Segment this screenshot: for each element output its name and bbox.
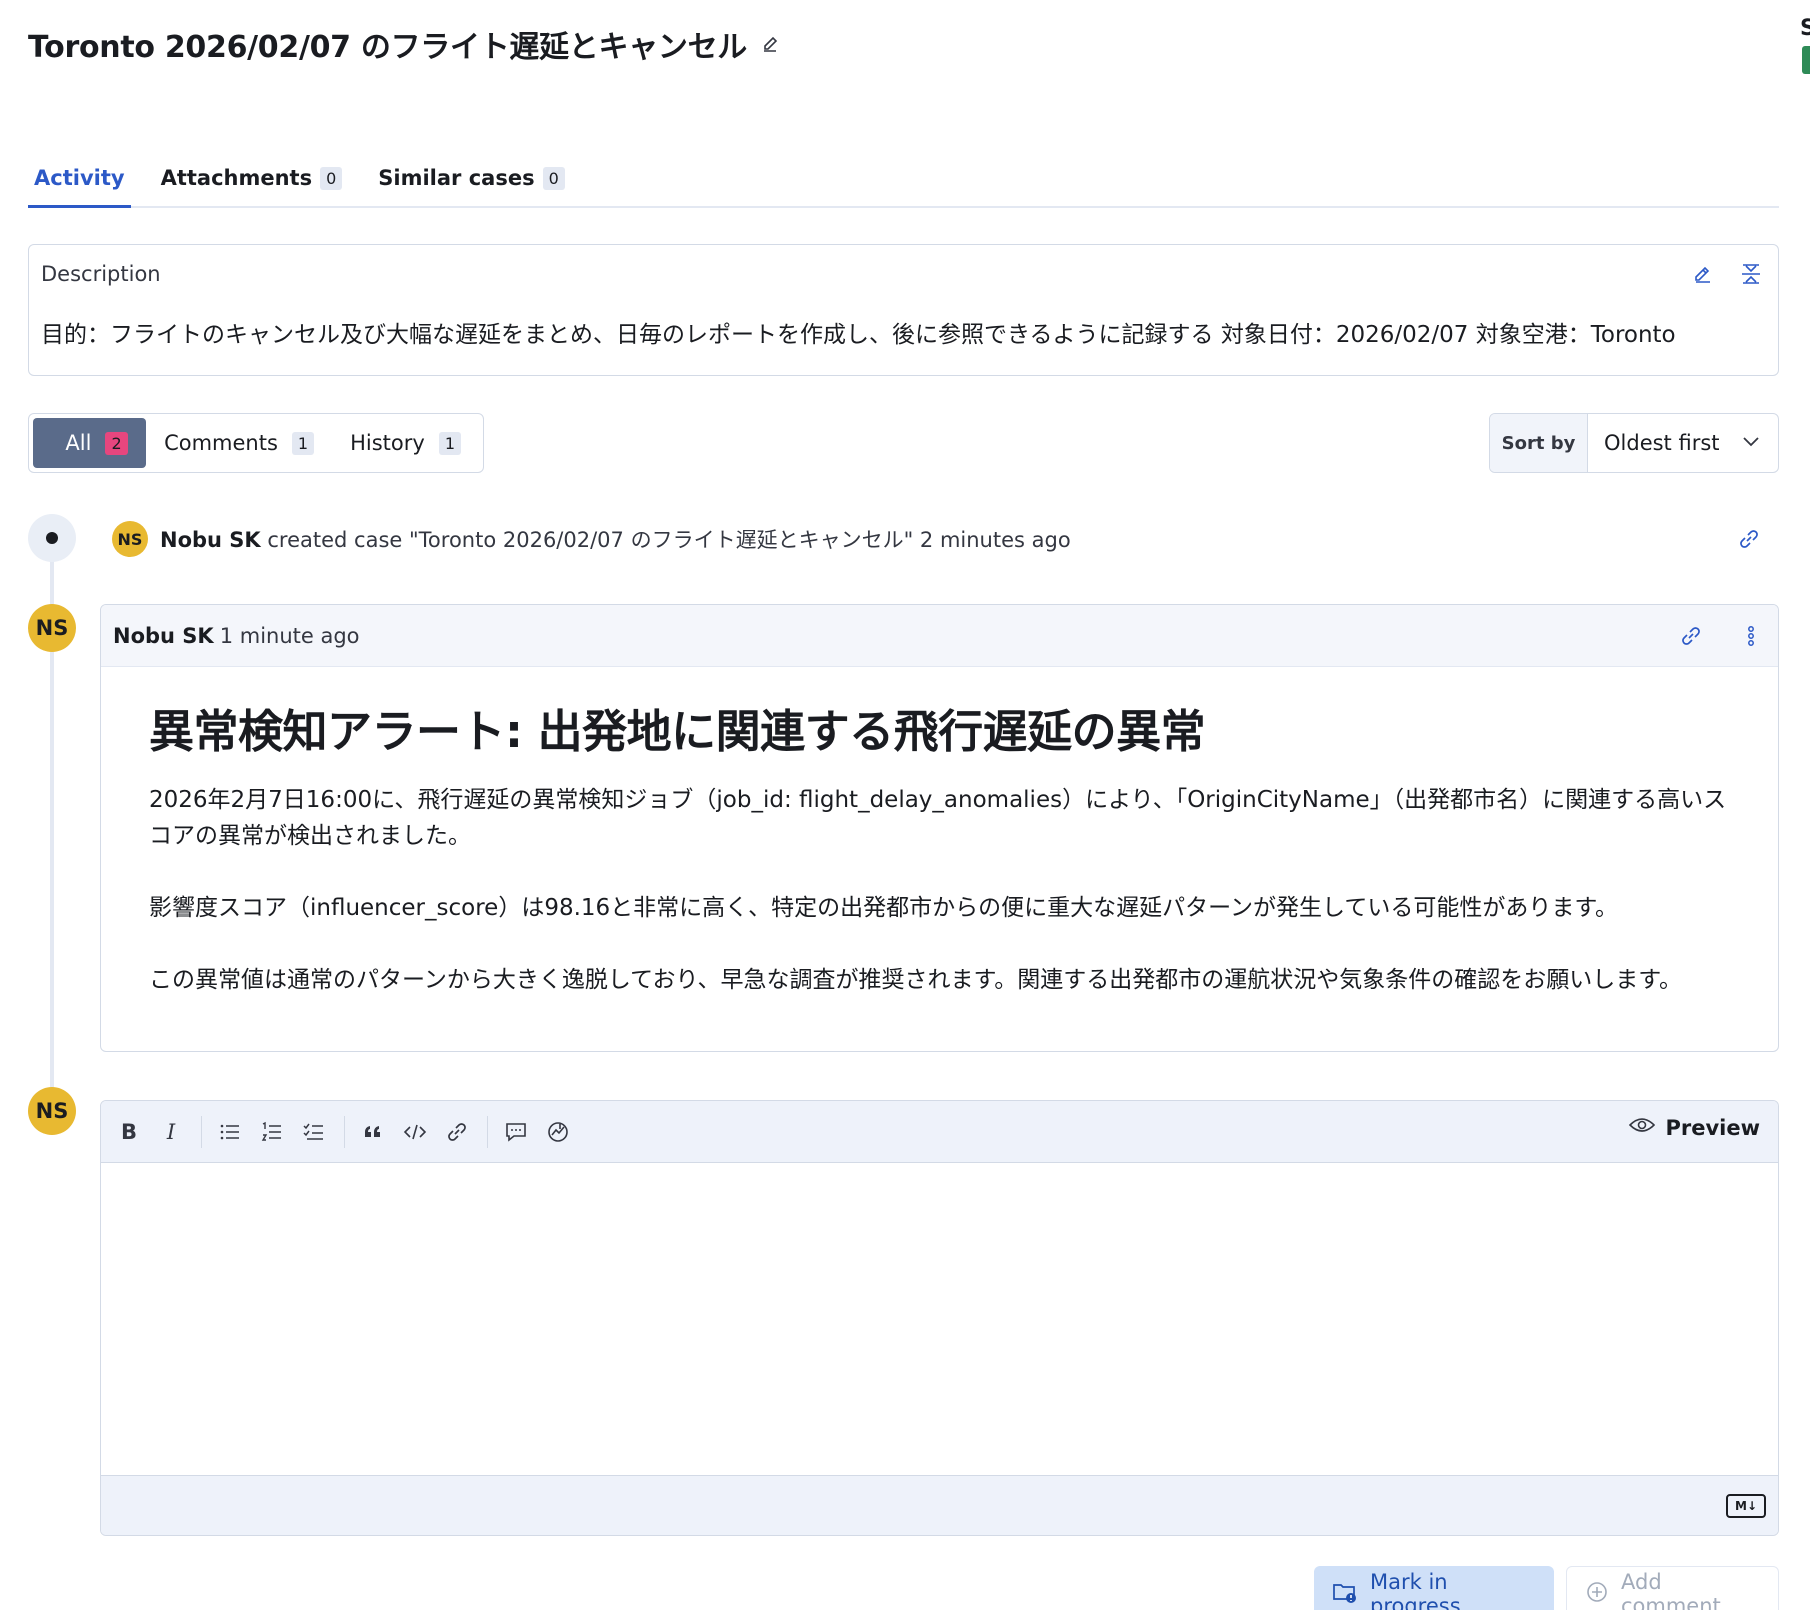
plus-circle-icon	[1585, 1580, 1609, 1609]
sort-label: Sort by	[1490, 414, 1588, 472]
comment-paragraph: 影響度スコア（influencer_score）は98.16と非常に高く、特定の…	[149, 895, 1619, 921]
case-created-event: NS Nobu SK created case "Toronto 2026/02…	[112, 521, 1071, 557]
comment-actions	[1676, 621, 1766, 651]
link-icon[interactable]	[1676, 621, 1706, 651]
comment-user: Nobu SK	[113, 623, 214, 648]
preview-button[interactable]: Preview	[1629, 1115, 1760, 1140]
description-panel: Description 目的：フライトのキャンセル及び大幅な遅延をまとめ、日毎の…	[28, 244, 1779, 376]
folder-status-icon	[1332, 1580, 1358, 1609]
filter-all-count: 2	[105, 431, 128, 455]
tab-attachments-count: 0	[320, 166, 343, 190]
comment-editor: B I Preview M↓	[100, 1100, 1779, 1536]
description-text: 目的：フライトのキャンセル及び大幅な遅延をまとめ、日毎のレポートを作成し、後に参…	[41, 322, 1676, 348]
sort-value: Oldest first	[1604, 431, 1720, 455]
event-dot-icon	[28, 514, 76, 562]
editor-toolbar: B I Preview	[101, 1101, 1778, 1163]
sort-select[interactable]: Oldest first	[1588, 414, 1778, 472]
sort-control: Sort by Oldest first	[1489, 413, 1779, 473]
markdown-icon: M↓	[1726, 1494, 1766, 1518]
comment-icon[interactable]	[498, 1114, 534, 1150]
bullet-list-icon[interactable]	[212, 1114, 248, 1150]
comment-heading: 異常検知アラート: 出発地に関連する飛行遅延の異常	[149, 705, 1206, 758]
visualization-icon[interactable]	[540, 1114, 576, 1150]
filter-history-count: 1	[438, 431, 461, 455]
more-options-icon[interactable]	[1736, 621, 1766, 651]
comment-body: 異常検知アラート: 出発地に関連する飛行遅延の異常 2026年2月7日16:00…	[101, 667, 1778, 998]
case-title-row: Toronto 2026/02/07 のフライト遅延とキャンセル	[28, 22, 781, 66]
task-list-icon[interactable]	[296, 1114, 332, 1150]
activity-filter-group: All 2 Comments 1 History 1	[28, 413, 484, 473]
mark-in-progress-button[interactable]: Mark in progress	[1314, 1566, 1554, 1610]
tab-similar-cases[interactable]: Similar cases 0	[372, 150, 571, 206]
tab-attachments-label: Attachments	[160, 166, 313, 190]
filter-all-button[interactable]: All 2	[33, 418, 147, 468]
filter-all-label: All	[65, 431, 92, 455]
tab-similar-cases-count: 0	[542, 166, 565, 190]
collapse-icon[interactable]	[1736, 259, 1766, 289]
edit-icon[interactable]	[1688, 259, 1718, 289]
filter-comments-label: Comments	[164, 431, 278, 455]
filter-comments-count: 1	[291, 431, 315, 455]
filter-comments-button[interactable]: Comments 1	[146, 418, 332, 468]
comment-header: Nobu SK 1 minute ago	[101, 605, 1778, 667]
toolbar-divider	[344, 1115, 345, 1148]
filter-history-label: History	[350, 431, 425, 455]
page-title: Toronto 2026/02/07 のフライト遅延とキャンセル	[28, 30, 747, 65]
tab-similar-cases-label: Similar cases	[378, 166, 535, 190]
mark-in-progress-label: Mark in progress	[1370, 1570, 1461, 1610]
add-comment-label: Add comment	[1621, 1570, 1721, 1610]
comment-time: 1 minute ago	[219, 623, 360, 648]
event-user: Nobu SK	[160, 528, 261, 552]
tab-attachments[interactable]: Attachments 0	[155, 150, 349, 206]
description-header: Description	[29, 245, 1778, 303]
description-label: Description	[41, 262, 161, 286]
avatar: NS	[112, 521, 148, 557]
quote-icon[interactable]	[355, 1114, 391, 1150]
add-comment-button[interactable]: Add comment	[1566, 1566, 1779, 1610]
link-icon[interactable]	[1734, 524, 1764, 554]
tab-activity-label: Activity	[34, 165, 125, 190]
comment-textarea[interactable]	[101, 1163, 1778, 1475]
toolbar-divider	[487, 1115, 488, 1148]
comment-card: Nobu SK 1 minute ago 異常検知アラート: 出発地に関連する飛…	[100, 604, 1779, 1052]
toolbar-divider	[201, 1115, 202, 1148]
numbered-list-icon[interactable]	[254, 1114, 290, 1150]
description-actions	[1688, 259, 1766, 289]
event-text: created case "Toronto 2026/02/07 のフライト遅延…	[267, 528, 1071, 552]
preview-label: Preview	[1665, 1115, 1760, 1140]
italic-button[interactable]: I	[153, 1114, 189, 1150]
tab-activity[interactable]: Activity	[28, 150, 131, 208]
bold-button[interactable]: B	[111, 1114, 147, 1150]
status-label: S	[1800, 16, 1810, 41]
comment-paragraph: この異常値は通常のパターンから大きく逸脱しており、早急な調査が推奨されます。関連…	[149, 967, 1682, 993]
avatar: NS	[28, 1087, 76, 1135]
editor-footer: M↓	[101, 1475, 1778, 1535]
case-tabs: Activity Attachments 0 Similar cases 0	[28, 150, 1779, 208]
pencil-icon[interactable]	[761, 34, 781, 54]
eye-icon	[1629, 1115, 1656, 1140]
code-icon[interactable]	[397, 1114, 433, 1150]
filter-history-button[interactable]: History 1	[332, 418, 479, 468]
chevron-down-icon	[1740, 430, 1762, 457]
status-badge[interactable]	[1802, 46, 1810, 74]
link-icon[interactable]	[439, 1114, 475, 1150]
comment-paragraph: 2026年2月7日16:00に、飛行遅延の異常検知ジョブ（job_id: fli…	[149, 787, 1727, 849]
avatar: NS	[28, 604, 76, 652]
